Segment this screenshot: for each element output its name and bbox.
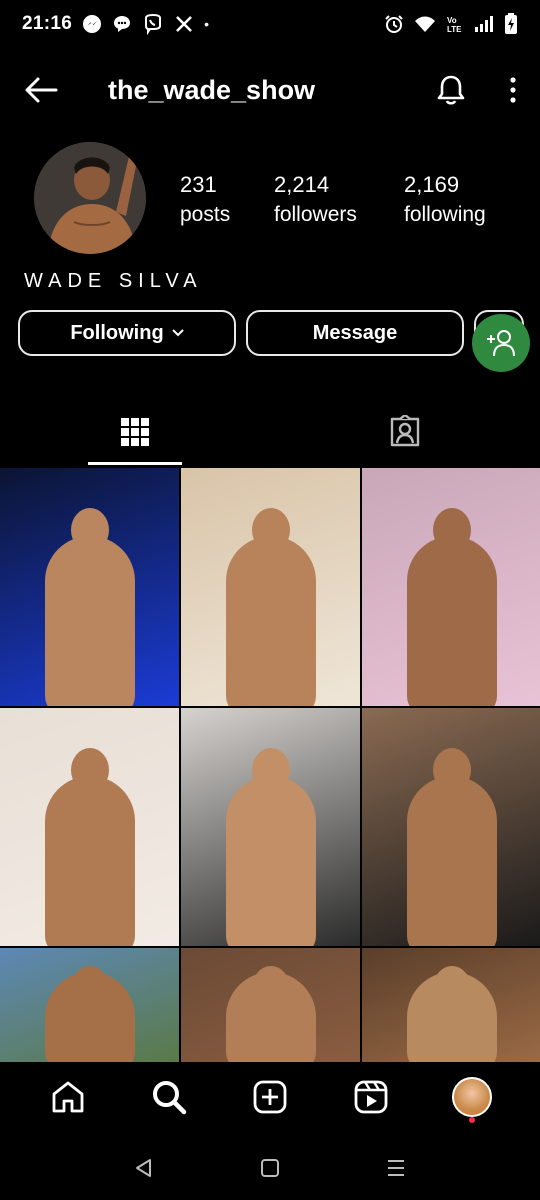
stat-following[interactable]: 2,169 following [404,170,514,230]
following-button-label: Following [70,321,164,344]
post-thumbnail[interactable] [0,468,179,706]
profile-tabs [0,400,540,466]
profile-display-name: WADE SILVA [24,270,203,292]
post-figure-head [251,966,290,1010]
post-figure-head [432,508,471,552]
nav-reels-icon[interactable] [351,1077,391,1117]
tab-tagged[interactable] [360,400,450,464]
more-options-icon[interactable] [508,75,518,105]
post-figure [44,776,135,946]
tagged-person-icon [388,415,422,449]
android-navigation-bar [0,1136,540,1200]
post-figure [225,536,316,706]
nav-create-icon[interactable] [250,1077,290,1117]
post-figure-head [432,966,471,1010]
svg-text:LTE: LTE [447,25,462,34]
post-thumbnail[interactable] [0,708,179,946]
chat-bubble-icon [112,14,132,34]
post-thumbnail[interactable] [181,708,360,946]
notification-dot [468,1117,475,1123]
back-arrow-icon[interactable] [22,70,62,110]
notifications-bell-icon[interactable] [434,73,468,107]
post-thumbnail[interactable] [181,948,360,1062]
message-button[interactable]: Message [246,310,464,356]
add-user-icon [484,328,518,358]
post-thumbnail[interactable] [362,708,540,946]
signal-icon [474,15,494,33]
post-figure [225,776,316,946]
stat-posts-number: 231 [180,172,217,197]
android-back-icon[interactable] [133,1157,155,1179]
post-figure-head [70,966,109,1010]
tab-posts-grid[interactable] [88,400,182,464]
viber-icon [142,13,164,35]
profile-header: the_wade_show [0,60,540,120]
status-left: 21:16 • [22,13,209,35]
x-icon [174,14,194,34]
post-thumbnail[interactable] [362,948,540,1062]
post-figure-head [432,748,471,792]
post-figure [406,536,497,706]
android-recents-icon[interactable] [385,1158,407,1178]
profile-avatar[interactable] [34,142,146,254]
post-thumbnail[interactable] [181,468,360,706]
stat-followers-label: followers [274,203,357,226]
nav-home-icon[interactable] [48,1077,88,1117]
stat-followers[interactable]: 2,214 followers [274,170,404,230]
stat-posts[interactable]: 231 posts [180,170,274,230]
stat-following-number: 2,169 [404,172,460,197]
stat-followers-number: 2,214 [274,172,330,197]
wifi-icon [414,15,436,33]
nav-profile-avatar[interactable] [451,1077,492,1123]
status-dot: • [204,16,210,32]
following-button[interactable]: Following [18,310,236,356]
profile-info: 231 posts 2,214 followers 2,169 followin… [24,142,514,302]
volte-icon: Vo LTE [446,14,464,34]
nav-search-icon[interactable] [149,1077,189,1117]
post-figure [406,776,497,946]
stat-posts-label: posts [180,203,231,226]
profile-stats: 231 posts 2,214 followers 2,169 followin… [180,170,514,230]
post-figure-head [70,748,109,792]
status-right: Vo LTE [384,13,518,35]
messenger-icon [82,14,102,34]
post-figure-head [251,748,290,792]
android-home-icon[interactable] [260,1158,280,1178]
message-button-label: Message [312,321,398,344]
alarm-icon [384,14,404,34]
post-figure-head [251,508,290,552]
grid-icon [120,417,150,447]
post-figure-head [70,508,109,552]
stat-following-label: following [404,203,486,226]
post-thumbnail[interactable] [362,468,540,706]
posts-grid [0,468,540,1062]
status-time: 21:16 [22,13,73,34]
chevron-down-icon [171,329,184,337]
svg-text:Vo: Vo [447,16,457,25]
post-thumbnail[interactable] [0,948,179,1062]
status-bar: 21:16 • Vo LTE [0,0,540,48]
bottom-navigation [0,1062,540,1132]
profile-username: the_wade_show [108,74,316,105]
profile-actions: Following Message [18,310,524,356]
post-figure [44,536,135,706]
active-tab-indicator [88,462,182,465]
battery-icon [504,13,518,35]
profile-avatar-small [451,1077,492,1117]
add-user-fab[interactable] [472,314,530,372]
